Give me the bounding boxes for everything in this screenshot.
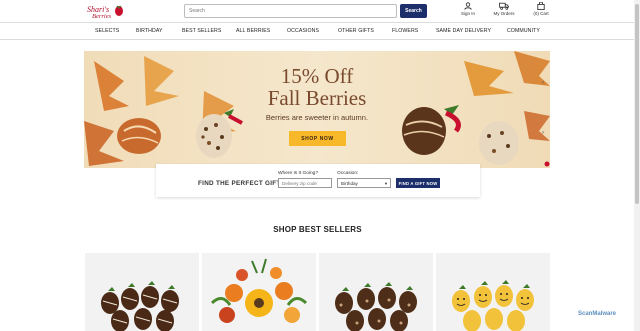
main-nav: SELECTS BIRTHDAY BEST SELLERS ALL BERRIE… (0, 24, 640, 39)
hero-subhead: Berries are sweeter in autumn. (265, 113, 369, 122)
product-image (202, 253, 316, 331)
hero-headline-line-1: 15% Off (280, 64, 354, 88)
search-button[interactable]: Search (400, 4, 427, 18)
truck-icon (499, 2, 509, 10)
product-card-fall-flowers[interactable] (202, 253, 316, 331)
search-input[interactable] (184, 4, 397, 18)
best-sellers-heading: SHOP BEST SELLERS (273, 225, 362, 234)
nav-item-community[interactable]: COMMUNITY (507, 28, 540, 34)
page-scrollbar[interactable] (634, 0, 640, 331)
nav-item-flowers[interactable]: FLOWERS (392, 28, 418, 34)
product-card-nut-berries[interactable] (319, 253, 433, 331)
my-orders-label: My Orders (493, 11, 515, 16)
hero-prev-icon[interactable]: ‹ (539, 79, 547, 87)
product-grid (85, 253, 551, 331)
gift-finder-title: FIND THE PERFECT GIFT (198, 180, 281, 187)
nav-item-occasions[interactable]: OCCASIONS (287, 28, 319, 34)
nav-item-same-day-delivery[interactable]: SAME DAY DELIVERY (436, 28, 491, 34)
svg-text:Berries: Berries (92, 13, 112, 19)
product-image (85, 253, 199, 331)
sign-in-link[interactable]: Sign In (458, 2, 478, 16)
shopping-bag-icon (537, 2, 545, 10)
find-gift-button[interactable]: FIND A GIFT NOW (396, 178, 440, 188)
nav-item-birthday[interactable]: BIRTHDAY (136, 28, 163, 34)
shari-berries-logo[interactable]: Shari's Berries (86, 3, 126, 20)
nav-item-all-berries[interactable]: ALL BERRIES (236, 28, 270, 34)
scanmalware-watermark: ScanMalware (578, 311, 617, 317)
zip-label: Where Is It Going? (278, 171, 318, 176)
hero-headline: 15% Off Fall Berries (247, 65, 387, 109)
my-orders-link[interactable]: My Orders (492, 2, 516, 16)
cart-link[interactable]: (0) Cart (530, 2, 552, 16)
nav-item-selects[interactable]: SELECTS (95, 28, 119, 34)
hero-headline-line-2: Fall Berries (267, 86, 367, 110)
hero-banner[interactable]: 15% Off Fall Berries Berries are sweeter… (84, 51, 550, 168)
occasion-value: Birthday (341, 181, 358, 186)
nav-divider (0, 39, 640, 40)
user-icon (464, 2, 472, 10)
nav-item-best-sellers[interactable]: BEST SELLERS (182, 28, 221, 34)
nav-item-other-gifts[interactable]: OTHER GIFTS (338, 28, 374, 34)
gift-finder: FIND THE PERFECT GIFT Where Is It Going?… (156, 164, 480, 197)
cart-label: (0) Cart (533, 11, 549, 16)
product-card-chocolate-berries[interactable] (85, 253, 199, 331)
search-bar: Search (184, 4, 427, 18)
occasion-label: Occasion: (337, 171, 359, 176)
sign-in-label: Sign In (460, 11, 475, 16)
product-image (319, 253, 433, 331)
chevron-down-icon: ▼ (384, 181, 388, 186)
zip-code-input[interactable] (278, 178, 332, 188)
shop-now-button[interactable]: SHOP NOW (289, 131, 346, 146)
product-card-smiley-berries[interactable] (436, 253, 550, 331)
header-divider (0, 22, 640, 23)
product-image (436, 253, 550, 331)
site-header: Shari's Berries Search Sign In My Orders… (0, 0, 640, 22)
hero-next-icon[interactable]: › (539, 129, 547, 137)
scrollbar-thumb[interactable] (635, 4, 639, 204)
occasion-select[interactable]: Birthday ▼ (337, 178, 391, 188)
